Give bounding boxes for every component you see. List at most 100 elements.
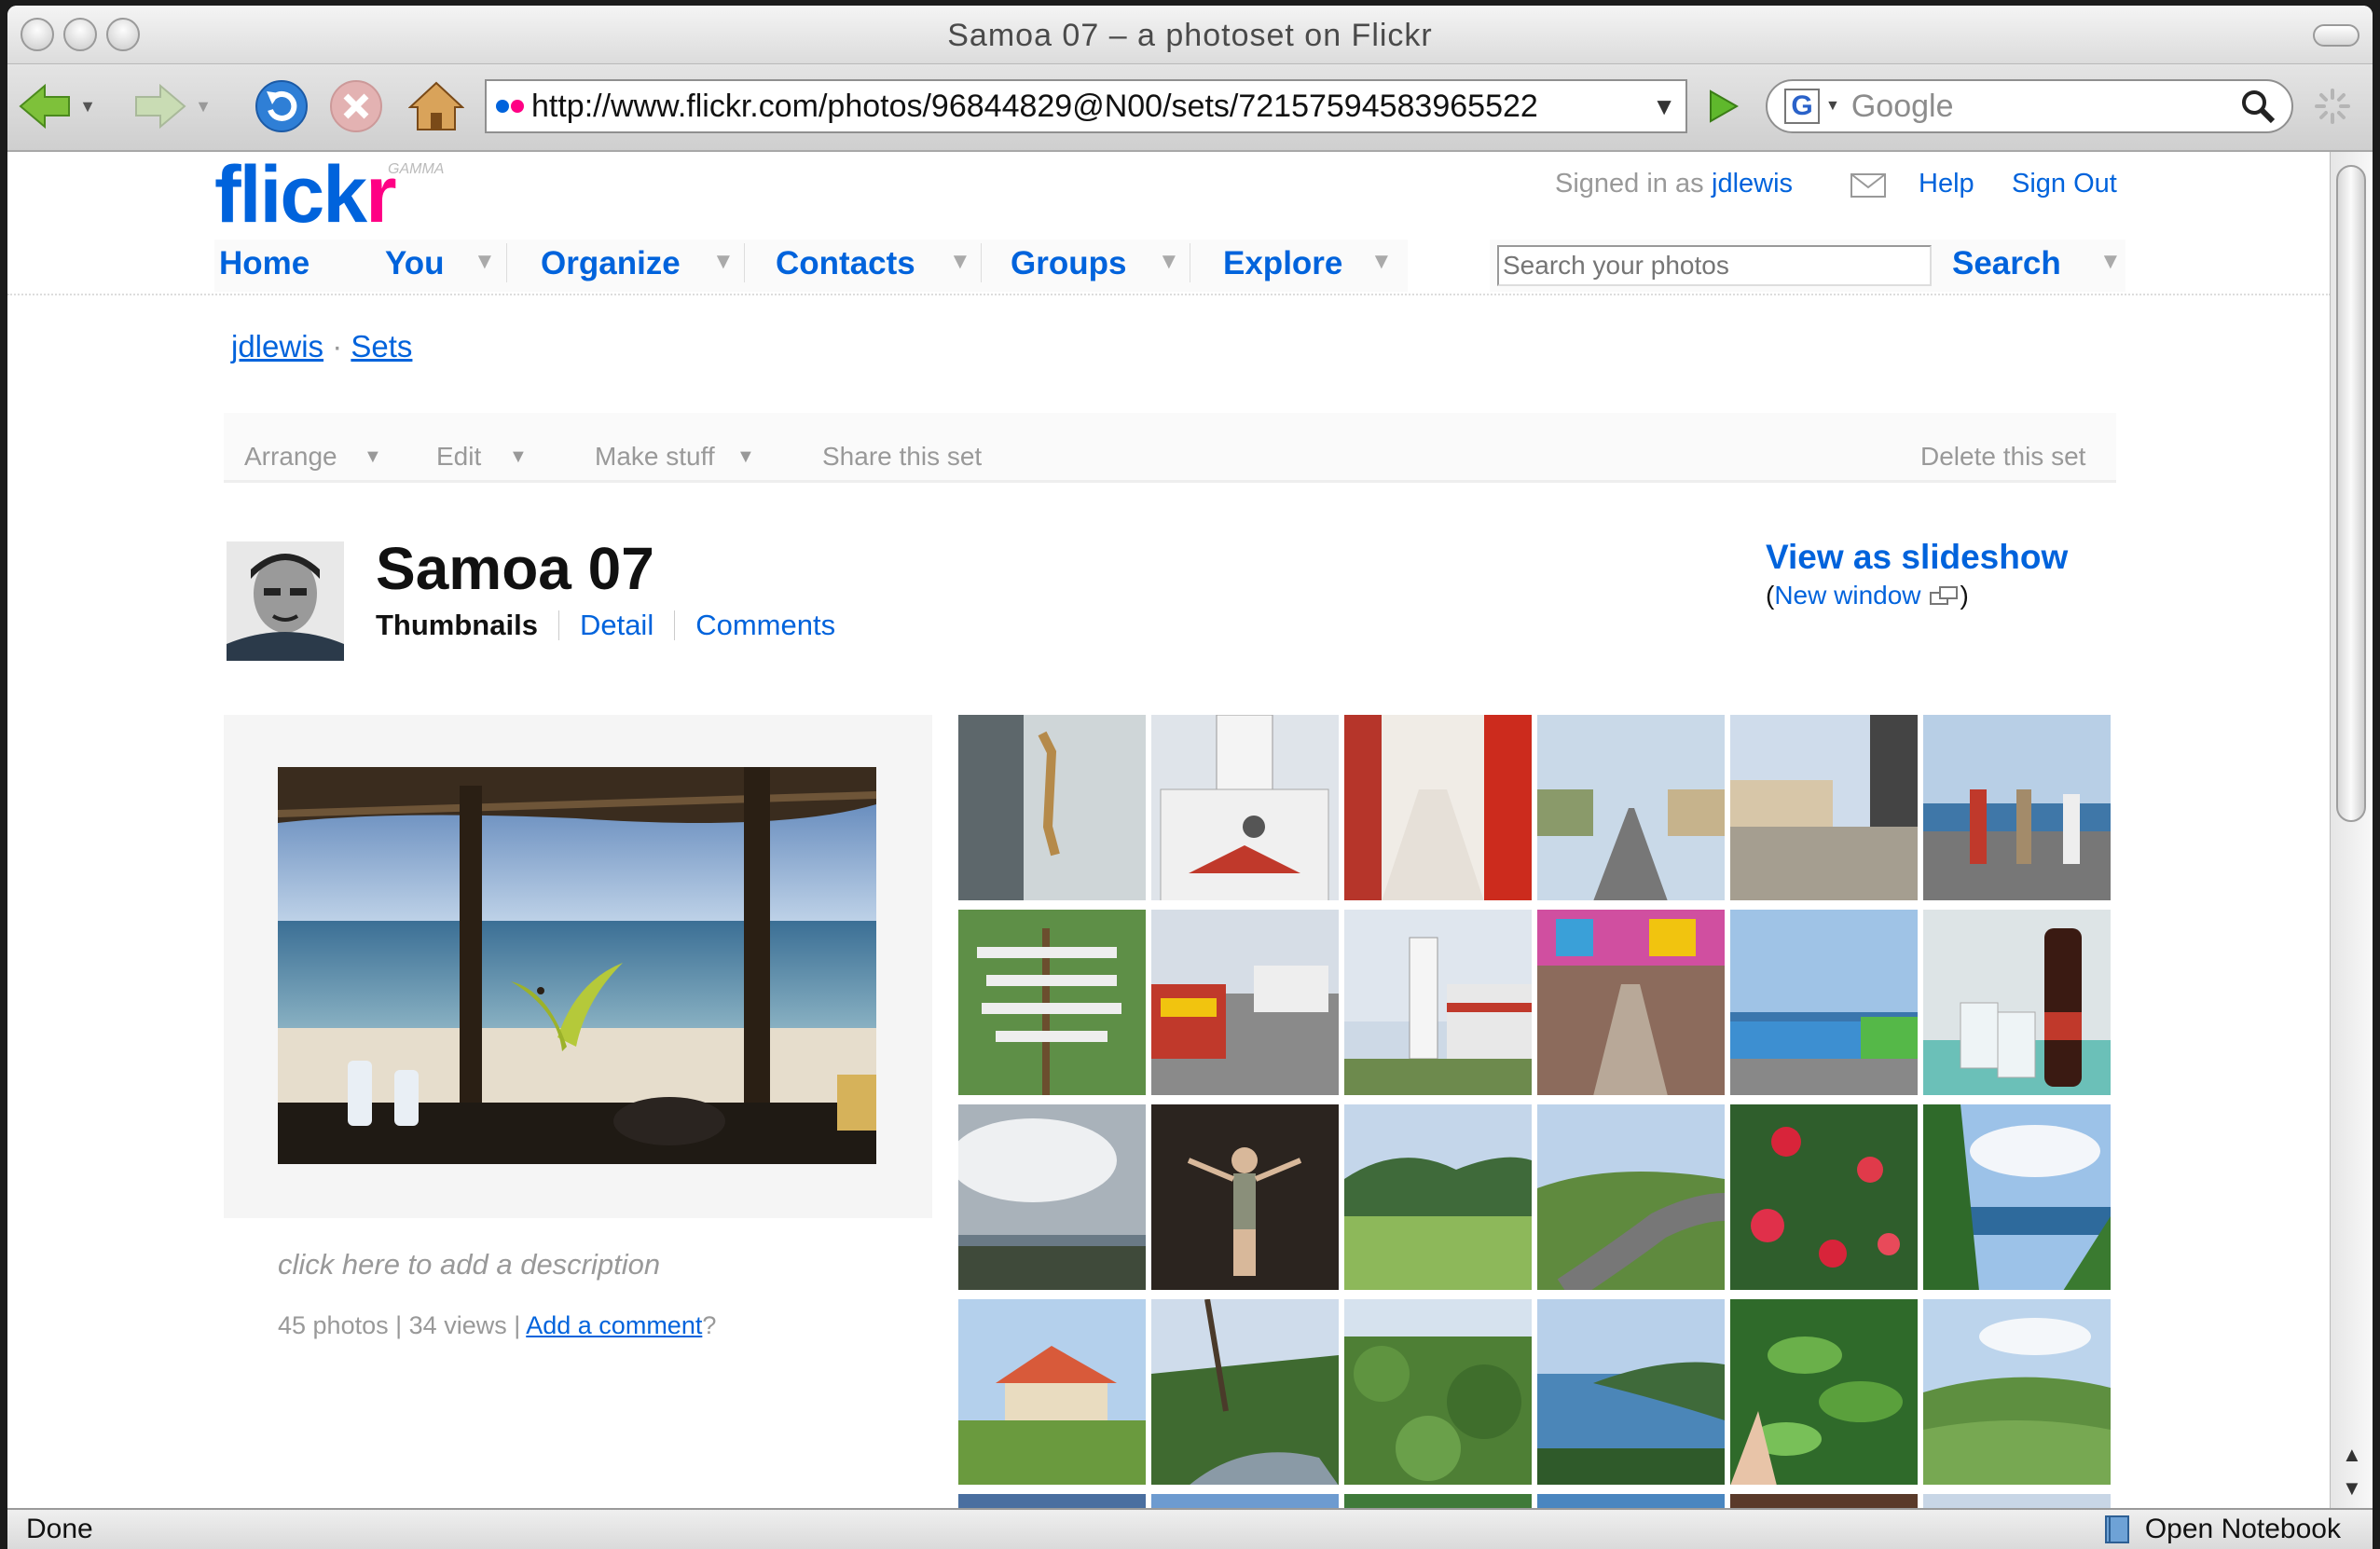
breadcrumb-sets-link[interactable]: Sets <box>351 329 412 363</box>
nav-contacts[interactable]: Contacts <box>776 245 915 282</box>
thumbnail-image <box>1537 1299 1725 1485</box>
forward-arrow-icon <box>135 83 186 130</box>
description-prompt[interactable]: click here to add a description <box>278 1248 660 1282</box>
photo-thumbnail-town-street[interactable] <box>1537 715 1725 900</box>
help-link[interactable]: Help <box>1919 169 1974 199</box>
home-button[interactable] <box>406 78 466 134</box>
tab-comments[interactable]: Comments <box>695 609 835 642</box>
edit-dropdown-icon[interactable]: ▼ <box>509 446 528 468</box>
make-stuff-menu[interactable]: Make stuff <box>595 442 715 472</box>
flickr-logo[interactable]: flickr GAMMA <box>214 155 466 235</box>
avatar[interactable] <box>227 541 344 661</box>
nav-explore[interactable]: Explore <box>1223 245 1342 282</box>
back-history-dropdown[interactable]: ▼ <box>75 78 101 134</box>
thumbnail-image <box>1923 910 2111 1095</box>
google-engine-icon[interactable]: G <box>1784 89 1820 124</box>
arrange-dropdown-icon[interactable]: ▼ <box>364 446 382 468</box>
stop-button[interactable] <box>326 78 386 134</box>
photo-thumbnail-green-valley[interactable] <box>1923 1299 2111 1485</box>
reload-button[interactable] <box>252 78 311 134</box>
breadcrumb-user-link[interactable]: jdlewis <box>231 329 323 363</box>
make-stuff-dropdown-icon[interactable]: ▼ <box>736 446 755 468</box>
photo-thumbnail-white-church[interactable] <box>1151 715 1339 900</box>
engine-dropdown-icon[interactable]: ▼ <box>1825 98 1840 115</box>
photo-thumbnail-buses-by-harbor[interactable] <box>1730 910 1918 1095</box>
photo-thumbnail-market-stalls[interactable] <box>1537 910 1725 1095</box>
photo-thumbnail-jungle-valley[interactable] <box>1344 1299 1532 1485</box>
thumbnail-image <box>958 1104 1146 1290</box>
photo-thumbnail-woman-at-night[interactable] <box>1151 1104 1339 1290</box>
url-text: http://www.flickr.com/photos/96844829@N0… <box>531 88 1538 124</box>
thumbnail-image <box>958 910 1146 1095</box>
go-button[interactable] <box>1699 78 1745 134</box>
scroll-down-arrow[interactable]: ▼ <box>2342 1476 2362 1501</box>
url-history-dropdown-icon[interactable]: ▼ <box>1652 92 1676 121</box>
delete-set-link[interactable]: Delete this set <box>1920 442 2085 472</box>
chevron-down-icon: ▼ <box>79 96 96 116</box>
view-count: 34 views <box>408 1311 507 1339</box>
primary-photo[interactable] <box>278 767 876 1164</box>
edit-menu[interactable]: Edit <box>436 442 481 472</box>
photo-thumbnail-red-flowers[interactable] <box>1730 1104 1918 1290</box>
username-link[interactable]: jdlewis <box>1712 169 1793 199</box>
nav-groups[interactable]: Groups <box>1011 245 1126 282</box>
scroll-up-arrow[interactable]: ▲ <box>2342 1443 2362 1467</box>
web-search-placeholder: Google <box>1850 88 1954 124</box>
search-button[interactable]: Search <box>1952 245 2061 282</box>
photo-thumbnail-winding-road[interactable] <box>1537 1104 1725 1290</box>
address-bar[interactable]: http://www.flickr.com/photos/96844829@N0… <box>485 79 1687 133</box>
add-comment-link[interactable]: Add a comment <box>526 1311 702 1339</box>
nav-you[interactable]: You <box>385 245 445 282</box>
nav-home[interactable]: Home <box>219 245 310 282</box>
sign-out-link[interactable]: Sign Out <box>2012 169 2117 199</box>
tab-detail[interactable]: Detail <box>580 609 653 642</box>
toolbar-toggle-button[interactable] <box>2313 24 2359 47</box>
nav-groups-dropdown-icon[interactable]: ▼ <box>1158 249 1180 275</box>
photo-thumbnail-green-field-hills[interactable] <box>1344 1104 1532 1290</box>
new-window-link[interactable]: New window <box>1774 581 1920 610</box>
arrange-menu[interactable]: Arrange <box>244 442 337 472</box>
search-photos-input[interactable] <box>1497 245 1932 286</box>
photo-thumbnail-stormy-sky-bay[interactable] <box>958 1104 1146 1290</box>
photo-thumbnail-leaves-closeup[interactable] <box>1730 1299 1918 1485</box>
title-bar: Samoa 07 – a photoset on Flickr <box>7 6 2373 64</box>
mail-icon[interactable] <box>1850 172 1887 199</box>
window-title: Samoa 07 – a photoset on Flickr <box>947 18 1433 53</box>
photo-thumbnail-signpost-tree[interactable] <box>958 910 1146 1095</box>
nav-organize-dropdown-icon[interactable]: ▼ <box>712 249 735 275</box>
photo-thumbnail-gecko-on-wall[interactable] <box>958 715 1146 900</box>
photo-thumbnail-three-men-seawall[interactable] <box>1923 715 2111 900</box>
stats-separator: | <box>395 1311 403 1339</box>
add-comment-suffix: ? <box>702 1311 717 1339</box>
paren-close: ) <box>1960 581 1969 610</box>
slideshow-link[interactable]: View as slideshow <box>1766 538 2068 577</box>
forward-button[interactable] <box>131 78 190 134</box>
search-dropdown-icon[interactable]: ▼ <box>2099 249 2122 275</box>
nav-explore-dropdown-icon[interactable]: ▼ <box>1370 249 1393 275</box>
photo-thumbnail-river-palms[interactable] <box>1151 1299 1339 1485</box>
photo-thumbnail-coastline-view[interactable] <box>1537 1299 1725 1485</box>
photo-thumbnail-red-roof-fale[interactable] <box>958 1299 1146 1485</box>
photo-count: 45 photos <box>278 1311 389 1339</box>
play-arrow-icon <box>1710 89 1740 123</box>
photo-thumbnail-red-arched-arcade[interactable] <box>1344 715 1532 900</box>
tab-thumbnails[interactable]: Thumbnails <box>376 609 538 642</box>
photo-thumbnail-colorful-bus-street[interactable] <box>1151 910 1339 1095</box>
scrollbar-thumb[interactable] <box>2336 165 2366 822</box>
nav-you-dropdown-icon[interactable]: ▼ <box>474 249 496 275</box>
share-set-link[interactable]: Share this set <box>822 442 982 472</box>
forward-history-dropdown[interactable]: ▼ <box>190 78 216 134</box>
back-button[interactable] <box>15 78 75 134</box>
loading-spinner-icon <box>2315 89 2350 124</box>
nav-organize[interactable]: Organize <box>541 245 681 282</box>
nav-contacts-dropdown-icon[interactable]: ▼ <box>949 249 971 275</box>
vertical-scrollbar[interactable]: ▲ ▼ <box>2330 152 2373 1515</box>
web-search-field[interactable]: G ▼ Google <box>1766 79 2293 133</box>
site-favicon <box>496 100 524 113</box>
open-notebook-button[interactable]: Open Notebook <box>2102 1514 2341 1545</box>
photo-thumbnail-palms-over-sea[interactable] <box>1923 1104 2111 1290</box>
photo-thumbnail-white-lighthouse[interactable] <box>1344 910 1532 1095</box>
photo-thumbnail-roadside-shops[interactable] <box>1730 715 1918 900</box>
magnifier-icon[interactable] <box>2239 88 2277 125</box>
photo-thumbnail-coke-bottle-glasses[interactable] <box>1923 910 2111 1095</box>
